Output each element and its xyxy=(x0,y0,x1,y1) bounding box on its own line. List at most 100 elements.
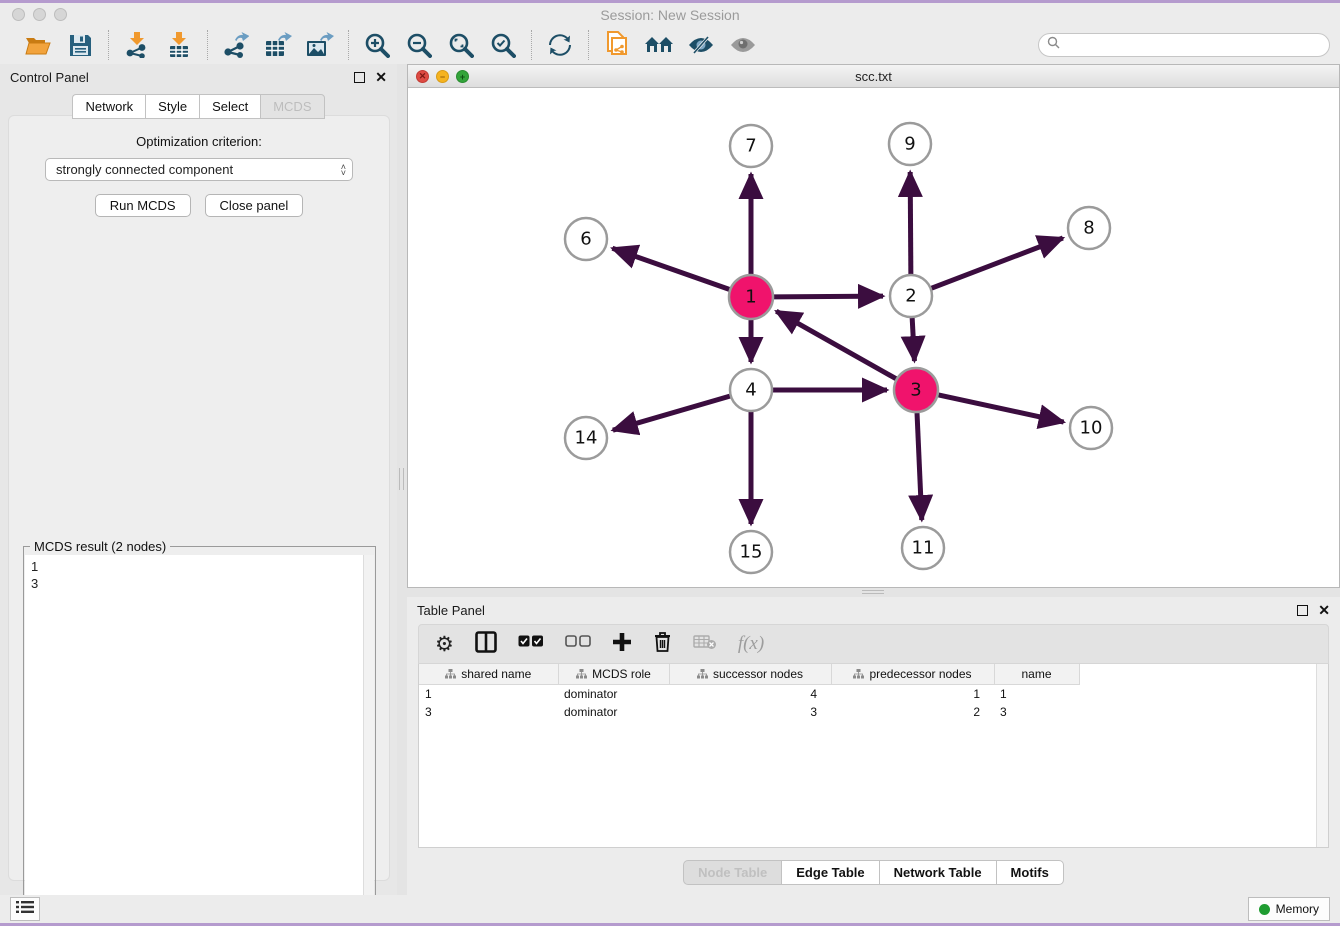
vertical-splitter[interactable] xyxy=(397,64,407,895)
edge-2-8[interactable] xyxy=(932,238,1063,288)
tab-network[interactable]: Network xyxy=(72,94,145,119)
mcds-result-area[interactable]: 1 3 xyxy=(25,555,374,918)
task-history-button[interactable] xyxy=(10,897,40,921)
splitter-grip xyxy=(399,468,404,490)
function-builder-button[interactable]: f(x) xyxy=(738,633,764,655)
open-folder-icon xyxy=(25,34,51,56)
close-network-button[interactable]: ✕ xyxy=(416,70,429,83)
edge-4-14[interactable] xyxy=(613,396,730,430)
zoom-in-button[interactable] xyxy=(363,31,391,59)
tab-mcds[interactable]: MCDS xyxy=(260,94,324,119)
edge-2-3[interactable] xyxy=(912,318,914,361)
memory-button[interactable]: Memory xyxy=(1248,897,1330,921)
edge-1-6[interactable] xyxy=(612,248,729,289)
column-header-mcds-role[interactable]: MCDS role xyxy=(558,664,669,684)
plus-icon xyxy=(612,632,632,657)
node-4[interactable]: 4 xyxy=(730,369,772,411)
maximize-network-button[interactable]: + xyxy=(456,70,469,83)
export-image-icon xyxy=(306,32,334,58)
export-table-button[interactable] xyxy=(264,31,292,59)
eye-slash-icon xyxy=(687,35,715,55)
optimization-criterion-label: Optimization criterion: xyxy=(9,134,389,149)
checked-boxes-icon xyxy=(518,635,544,653)
close-panel-icon[interactable]: ✕ xyxy=(1318,603,1330,617)
node-2[interactable]: 2 xyxy=(890,275,932,317)
minimize-network-button[interactable]: − xyxy=(436,70,449,83)
export-network-button[interactable] xyxy=(222,31,250,59)
main-titlebar: Session: New Session xyxy=(0,3,1340,26)
deselect-all-columns-button[interactable] xyxy=(565,635,591,653)
table-row[interactable]: 1 dominator 4 1 1 xyxy=(419,684,1079,703)
node-11[interactable]: 11 xyxy=(902,527,944,569)
tab-style[interactable]: Style xyxy=(145,94,199,119)
svg-text:3: 3 xyxy=(910,380,921,401)
optimization-criterion-dropdown[interactable]: strongly connected component ˄˅ xyxy=(45,158,353,181)
delete-column-button[interactable] xyxy=(653,631,672,658)
minimize-window-button[interactable] xyxy=(33,8,46,21)
column-header-successor-nodes[interactable]: successor nodes xyxy=(669,664,831,684)
zoom-in-icon xyxy=(364,32,390,58)
save-session-button[interactable] xyxy=(66,31,94,59)
node-8[interactable]: 8 xyxy=(1068,207,1110,249)
show-graphics-button[interactable] xyxy=(729,31,757,59)
hide-graphics-button[interactable] xyxy=(687,31,715,59)
select-all-columns-button[interactable] xyxy=(518,635,544,653)
result-scrollbar[interactable] xyxy=(363,555,374,918)
mcds-tab-panel: Optimization criterion: strongly connect… xyxy=(8,115,390,881)
node-14[interactable]: 14 xyxy=(565,417,607,459)
tab-motifs[interactable]: Motifs xyxy=(996,860,1064,885)
column-header-predecessor-nodes[interactable]: predecessor nodes xyxy=(831,664,994,684)
search-input[interactable] xyxy=(1065,38,1321,52)
tab-network-table[interactable]: Network Table xyxy=(879,860,996,885)
table-row[interactable]: 3 dominator 3 2 3 xyxy=(419,703,1079,721)
table-settings-button[interactable]: ⚙ xyxy=(435,634,454,655)
float-panel-icon[interactable] xyxy=(354,72,365,83)
network-titlebar[interactable]: ✕ − + scc.txt xyxy=(408,65,1339,88)
close-window-button[interactable] xyxy=(12,8,25,21)
node-7[interactable]: 7 xyxy=(730,125,772,167)
node-3[interactable]: 3 xyxy=(894,368,938,412)
create-column-button[interactable] xyxy=(612,632,632,657)
edge-2-9[interactable] xyxy=(910,172,911,274)
mcds-result-group: MCDS result (2 nodes) 1 3 xyxy=(23,546,376,920)
edge-1-2[interactable] xyxy=(774,296,883,297)
tab-edge-table[interactable]: Edge Table xyxy=(781,860,878,885)
edge-3-11[interactable] xyxy=(917,413,922,520)
zoom-window-button[interactable] xyxy=(54,8,67,21)
import-network-button[interactable] xyxy=(123,31,151,59)
clone-network-button[interactable] xyxy=(603,31,631,59)
import-table-button[interactable] xyxy=(165,31,193,59)
zoom-out-button[interactable] xyxy=(405,31,433,59)
node-1[interactable]: 1 xyxy=(729,275,773,319)
edge-3-10[interactable] xyxy=(938,395,1063,422)
close-panel-icon[interactable]: ✕ xyxy=(375,70,387,84)
search-icon xyxy=(1047,36,1060,54)
refresh-view-button[interactable] xyxy=(546,31,574,59)
node-6[interactable]: 6 xyxy=(565,218,607,260)
table-scrollbar[interactable] xyxy=(1316,664,1328,847)
zoom-fit-button[interactable] xyxy=(447,31,475,59)
eye-icon xyxy=(729,35,757,55)
window-controls xyxy=(12,8,67,21)
toggle-column-view-button[interactable] xyxy=(475,631,497,658)
network-canvas[interactable]: 7 9 6 8 1 2 4 3 14 10 15 11 xyxy=(408,88,1339,587)
run-mcds-button[interactable]: Run MCDS xyxy=(95,194,191,217)
zoom-fit-icon xyxy=(448,32,474,58)
float-panel-icon[interactable] xyxy=(1297,605,1308,616)
node-9[interactable]: 9 xyxy=(889,123,931,165)
close-panel-button[interactable]: Close panel xyxy=(205,194,304,217)
node-10[interactable]: 10 xyxy=(1070,407,1112,449)
column-header-shared-name[interactable]: shared name xyxy=(419,664,558,684)
tab-node-table[interactable]: Node Table xyxy=(683,860,781,885)
column-header-name[interactable]: name xyxy=(994,664,1079,684)
node-15[interactable]: 15 xyxy=(730,531,772,573)
zoom-selected-button[interactable] xyxy=(489,31,517,59)
open-session-button[interactable] xyxy=(24,31,52,59)
horizontal-splitter[interactable] xyxy=(407,588,1340,597)
edge-3-1[interactable] xyxy=(776,311,896,378)
export-image-button[interactable] xyxy=(306,31,334,59)
tab-select[interactable]: Select xyxy=(199,94,260,119)
delete-table-button[interactable] xyxy=(693,634,717,655)
home-layout-button[interactable] xyxy=(645,31,673,59)
network-title: scc.txt xyxy=(855,69,892,84)
